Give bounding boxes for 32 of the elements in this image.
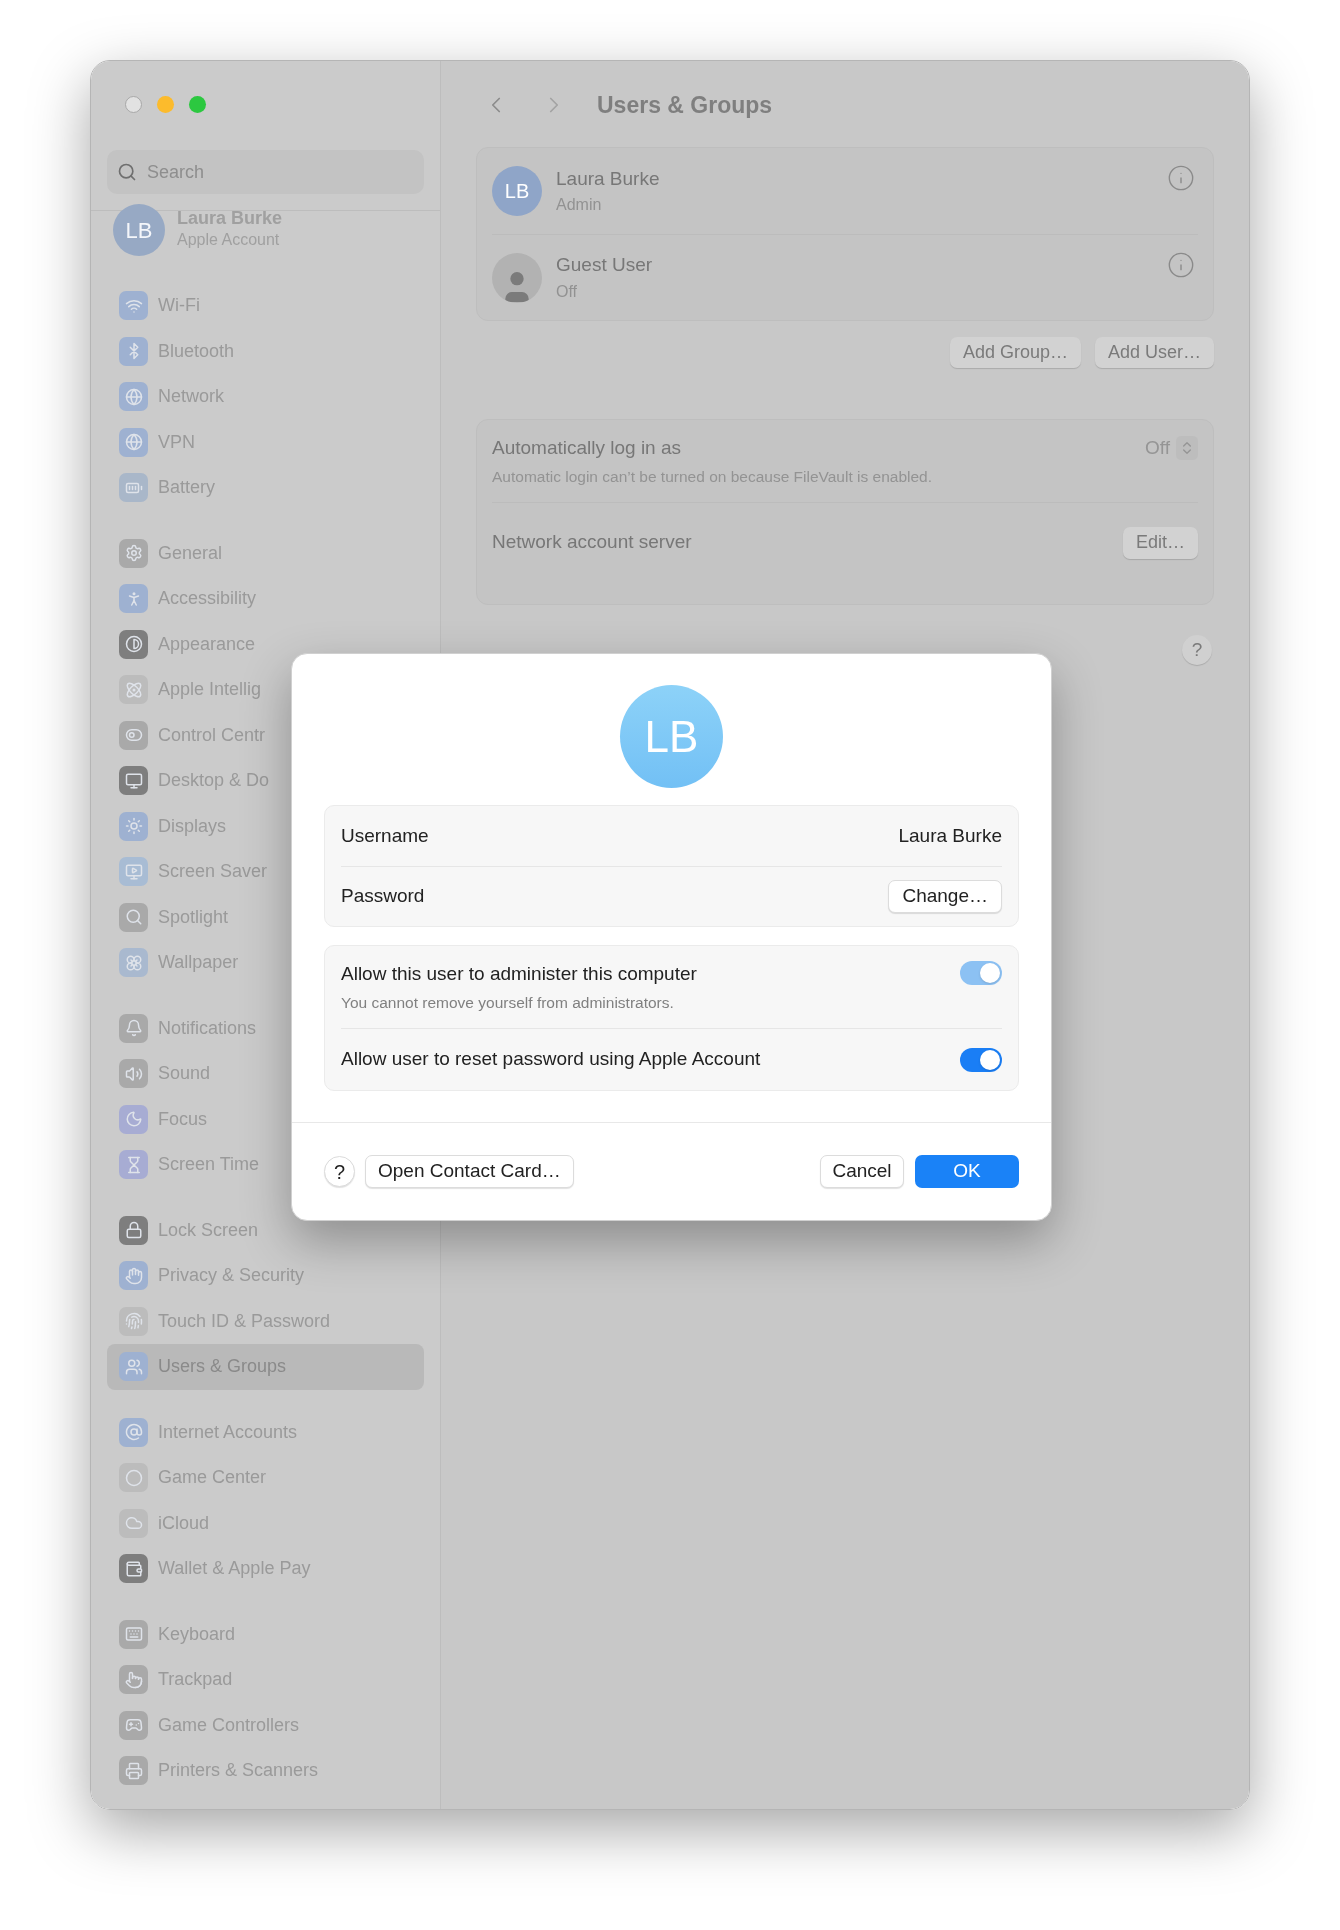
- field-value: Laura Burke: [898, 823, 1002, 848]
- avatar: LB: [620, 685, 723, 788]
- info-icon[interactable]: [1167, 251, 1195, 279]
- toggle-label: Allow user to reset password using Apple Account: [341, 1047, 761, 1072]
- avatar: LB: [113, 204, 165, 256]
- add-button[interactable]: Add Group…: [949, 337, 1081, 368]
- ok-button[interactable]: OK: [915, 1155, 1019, 1188]
- info-icon[interactable]: [1167, 164, 1195, 192]
- help-button[interactable]: ?: [1182, 635, 1212, 665]
- edit-button[interactable]: Edit…: [1122, 526, 1198, 559]
- search-icon: [117, 162, 137, 182]
- close-button[interactable]: [125, 96, 142, 113]
- field-label: Password: [341, 884, 425, 909]
- change-button[interactable]: Change…: [888, 880, 1002, 913]
- help-button[interactable]: ?: [324, 1156, 355, 1187]
- cancel-button[interactable]: Cancel: [820, 1155, 904, 1188]
- toggle-label: Allow this user to administer this computer: [341, 961, 697, 986]
- user-name: Laura Burke: [556, 166, 660, 191]
- toggle-switch[interactable]: [960, 1047, 1002, 1072]
- contact-card-button[interactable]: Open Contact Card…: [365, 1155, 574, 1188]
- zoom-button[interactable]: [189, 96, 206, 113]
- minimize-button[interactable]: [157, 96, 174, 113]
- field-label: Username: [341, 823, 429, 848]
- page-title: Users & Groups: [597, 90, 773, 120]
- stepper-icon: [1176, 436, 1198, 461]
- setting-label: Automatically log in as: [492, 436, 683, 461]
- add-button[interactable]: Add User…: [1094, 337, 1214, 368]
- person-icon: [492, 252, 542, 303]
- toggle-note: You cannot remove yourself from administrators.: [341, 993, 675, 1014]
- avatar: LB: [492, 166, 542, 216]
- setting-label: Network account server: [492, 530, 692, 555]
- user-name: Guest User: [556, 253, 653, 278]
